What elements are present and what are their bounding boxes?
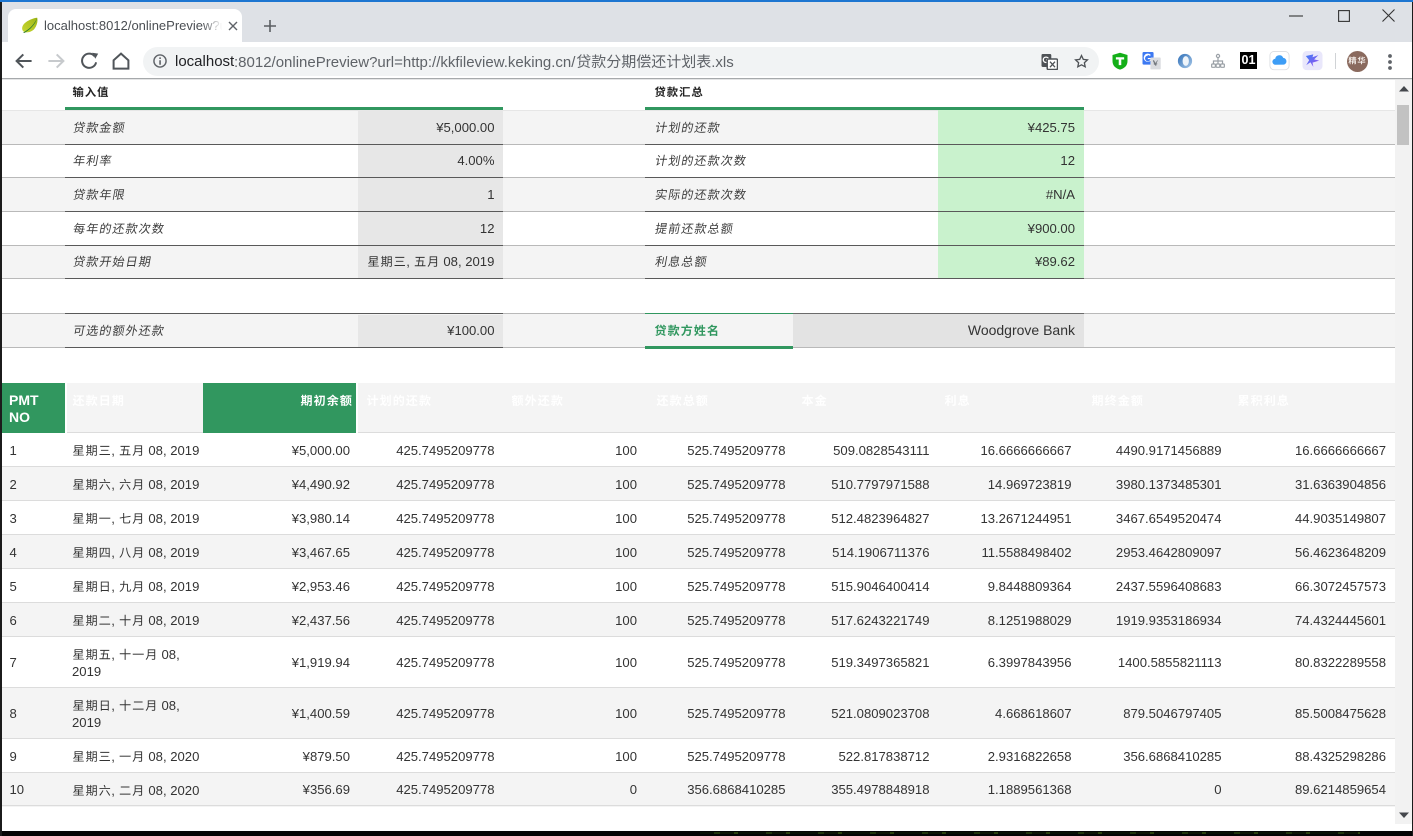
svg-text:08, 2019: 08, 2019 [440,254,495,269]
svg-text:,: , [111,477,118,492]
svg-text::8012/onlinePreview?url=http:/: :8012/onlinePreview?url=http://kkfilevie… [234,53,576,70]
svg-text:,: , [111,443,118,458]
svg-text:,: , [111,579,118,594]
svg-text:,: , [111,783,118,798]
svg-text:,: , [111,613,118,628]
svg-text:,: , [111,749,118,764]
svg-text:,: , [111,511,118,526]
svg-text:08, 2020: 08, 2020 [145,749,200,764]
svg-text:,: , [111,647,118,662]
svg-text:,: , [111,698,118,713]
svg-text:08, 2019: 08, 2019 [145,511,200,526]
svg-text:08, 2019: 08, 2019 [145,613,200,628]
svg-text:,: , [111,545,118,560]
svg-text:08, 2019: 08, 2019 [145,579,200,594]
svg-text:08, 2019: 08, 2019 [145,443,200,458]
svg-text:08,: 08, [158,698,180,713]
svg-text:.xls: .xls [711,53,734,70]
svg-text:,: , [406,254,413,269]
svg-text:08, 2019: 08, 2019 [145,477,200,492]
svg-text:08, 2020: 08, 2020 [145,783,200,798]
svg-text:08,: 08, [158,647,180,662]
svg-text:08, 2019: 08, 2019 [145,545,200,560]
